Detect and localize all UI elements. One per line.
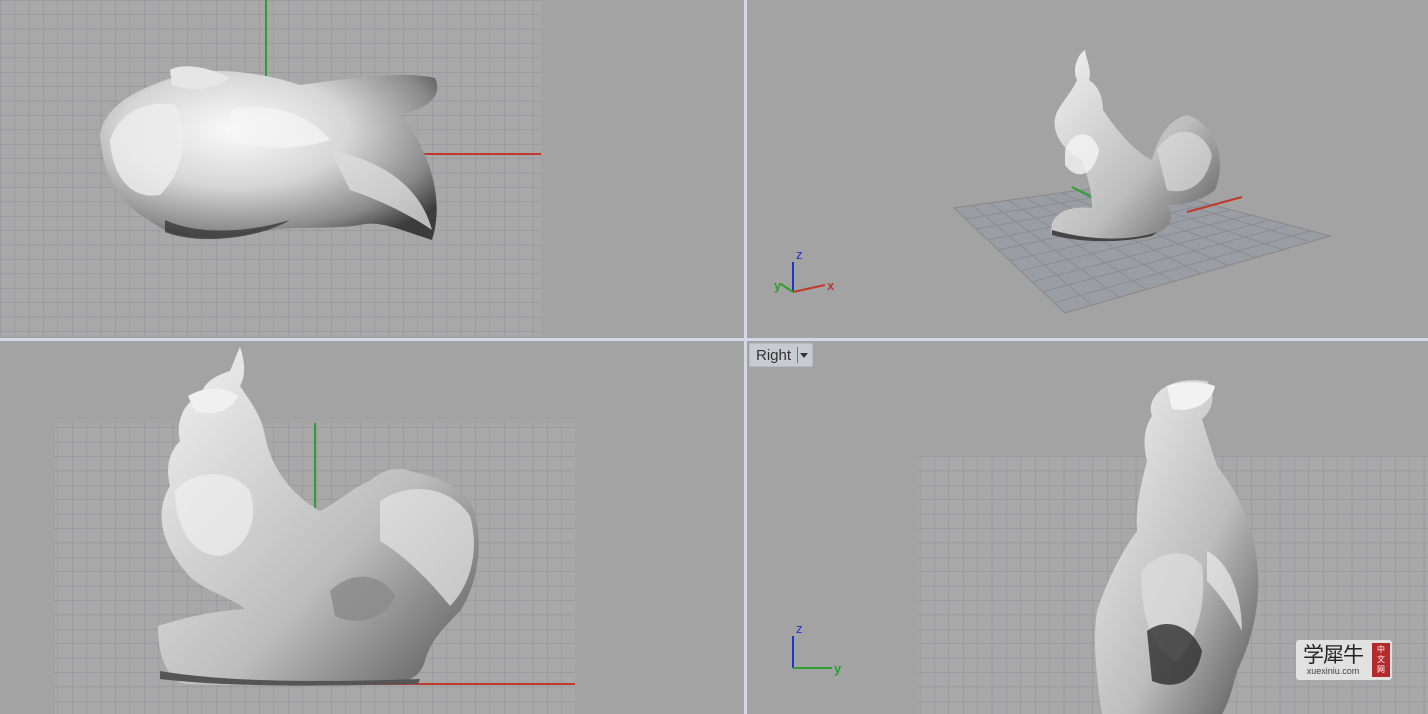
axis-label-z: z [796,247,803,262]
right-axis-triad [792,636,832,669]
front-view-canvas [55,347,575,714]
axis-label-x: x [827,278,835,293]
axis-label-y: y [774,278,782,293]
front-viewport[interactable] [0,341,744,714]
watermark-main-text: 学犀牛 [1303,643,1364,667]
seal-char: 文 [1377,655,1385,664]
watermark-logo: 学犀牛 xuexiniu.com 中 文 网 [1296,640,1392,680]
viewport-title-dropdown[interactable]: Right [749,343,814,367]
top-view-canvas [0,0,541,336]
rooster-model-top [100,66,438,240]
top-viewport[interactable] [0,0,744,338]
watermark-seal: 中 文 网 [1372,643,1390,677]
horizontal-splitter[interactable] [0,338,1428,341]
viewport-title-label: Right [756,346,792,364]
perspective-viewport[interactable]: z y x [747,0,1428,338]
vertical-splitter[interactable] [744,0,747,714]
seal-char: 网 [1377,665,1385,674]
rooster-model-front [158,347,479,686]
seal-char: 中 [1377,645,1385,654]
axis-label-y: y [834,661,842,676]
axis-label-z: z [796,621,803,636]
watermark-url: xuexiniu.com [1306,666,1360,676]
perspective-axis-triad [780,262,826,293]
perspective-view-canvas: z y x [774,50,1332,314]
chevron-down-icon[interactable] [797,347,810,363]
